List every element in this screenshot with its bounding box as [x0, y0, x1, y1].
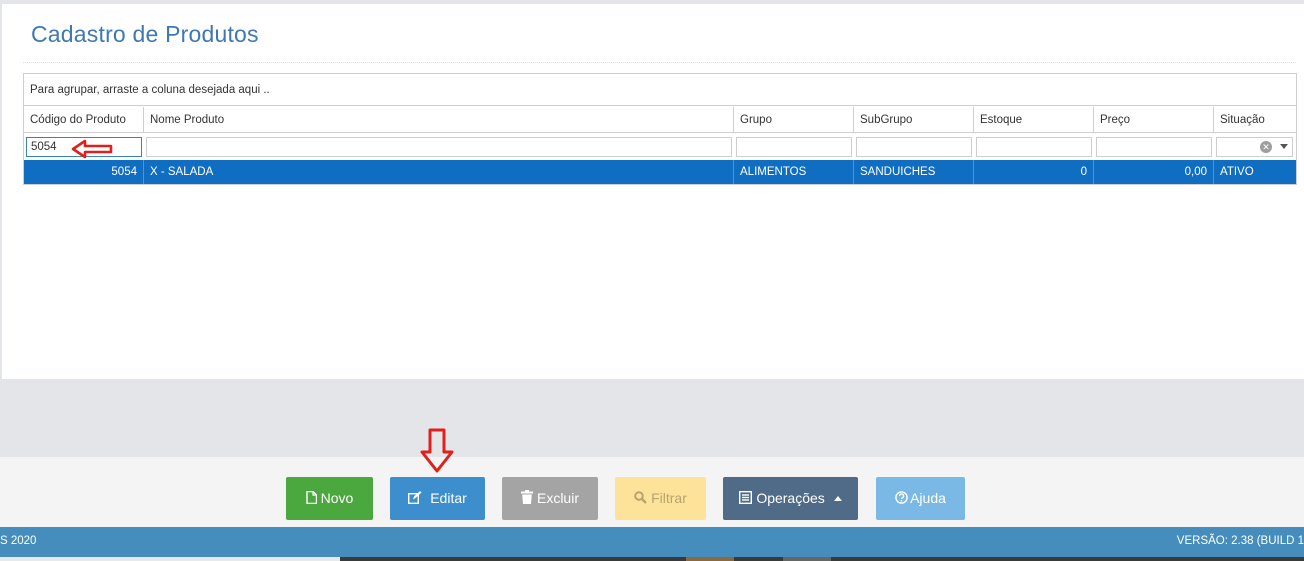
- cell-grupo: ALIMENTOS: [734, 160, 854, 184]
- operacoes-label: Operações: [756, 490, 825, 506]
- taskbar-accent: [686, 557, 734, 561]
- cell-situacao: ATIVO: [1220, 166, 1254, 178]
- column-header-codigo[interactable]: Código do Produto: [24, 107, 144, 133]
- group-panel[interactable]: Para agrupar, arraste a coluna desejada …: [24, 74, 1296, 106]
- grid-header-row: Código do Produto Nome Produto Grupo Sub…: [24, 107, 1296, 133]
- table-row[interactable]: 5054 X - SALADA ALIMENTOS SANDUICHES 0 0…: [24, 160, 1296, 184]
- editar-button[interactable]: Editar: [390, 477, 485, 520]
- filter-nome-input[interactable]: [146, 137, 732, 157]
- column-header-preco[interactable]: Preço: [1094, 107, 1214, 133]
- column-header-grupo[interactable]: Grupo: [734, 107, 854, 133]
- column-header-estoque[interactable]: Estoque: [974, 107, 1094, 133]
- cell-nome: X - SALADA: [144, 160, 734, 184]
- content-background: [0, 379, 1304, 457]
- list-icon: [739, 490, 753, 507]
- trash-icon: [520, 490, 533, 507]
- caret-up-icon: [833, 496, 842, 501]
- column-header-nome[interactable]: Nome Produto: [144, 107, 734, 133]
- edit-icon: [408, 491, 422, 507]
- search-icon: [634, 491, 647, 507]
- cell-subgrupo: SANDUICHES: [854, 160, 974, 184]
- novo-label: Novo: [320, 490, 354, 506]
- filter-estoque-input[interactable]: [976, 137, 1092, 157]
- action-toolbar: Novo Editar Excluir Filtrar Operações Aj…: [0, 457, 1304, 527]
- grid-filter-row: 5054 ✕: [24, 134, 1296, 159]
- cell-preco: 0,00: [1094, 160, 1214, 184]
- ajuda-button[interactable]: Ajuda: [876, 477, 965, 520]
- annotation-left-arrow-icon: [71, 138, 115, 165]
- filter-preco-input[interactable]: [1096, 137, 1212, 157]
- annotation-down-arrow-icon: [419, 428, 455, 479]
- app-page: Cadastro de Produtos Para agrupar, arras…: [0, 0, 1304, 561]
- editar-label: Editar: [430, 490, 467, 506]
- filter-grupo-input[interactable]: [736, 137, 852, 157]
- excluir-button[interactable]: Excluir: [502, 477, 598, 520]
- products-grid: Para agrupar, arraste a coluna desejada …: [23, 73, 1297, 185]
- help-icon: [895, 491, 908, 507]
- taskbar-item: [783, 557, 831, 561]
- filtrar-button[interactable]: Filtrar: [615, 477, 706, 520]
- cell-estoque: 0: [974, 160, 1094, 184]
- operacoes-button[interactable]: Operações: [723, 477, 858, 520]
- excluir-label: Excluir: [536, 490, 579, 506]
- footer-copyright: S 2020: [0, 535, 37, 547]
- clear-icon[interactable]: ✕: [1260, 141, 1272, 153]
- page-title: Cadastro de Produtos: [31, 21, 259, 47]
- status-footer: S 2020 VERSÃO: 2.38 (BUILD 1: [0, 527, 1304, 557]
- chevron-down-icon[interactable]: [1280, 144, 1288, 149]
- filtrar-label: Filtrar: [651, 490, 687, 506]
- novo-button[interactable]: Novo: [286, 477, 373, 520]
- file-icon: [305, 490, 317, 507]
- column-header-subgrupo[interactable]: SubGrupo: [854, 107, 974, 133]
- ajuda-label: Ajuda: [910, 490, 946, 506]
- filter-situacao-select[interactable]: ✕: [1216, 137, 1293, 157]
- title-divider: [23, 62, 1296, 63]
- main-panel: Cadastro de Produtos Para agrupar, arras…: [2, 4, 1304, 379]
- column-header-situacao[interactable]: Situação: [1214, 107, 1296, 133]
- footer-version: VERSÃO: 2.38 (BUILD 1: [1176, 535, 1304, 547]
- filter-subgrupo-input[interactable]: [856, 137, 972, 157]
